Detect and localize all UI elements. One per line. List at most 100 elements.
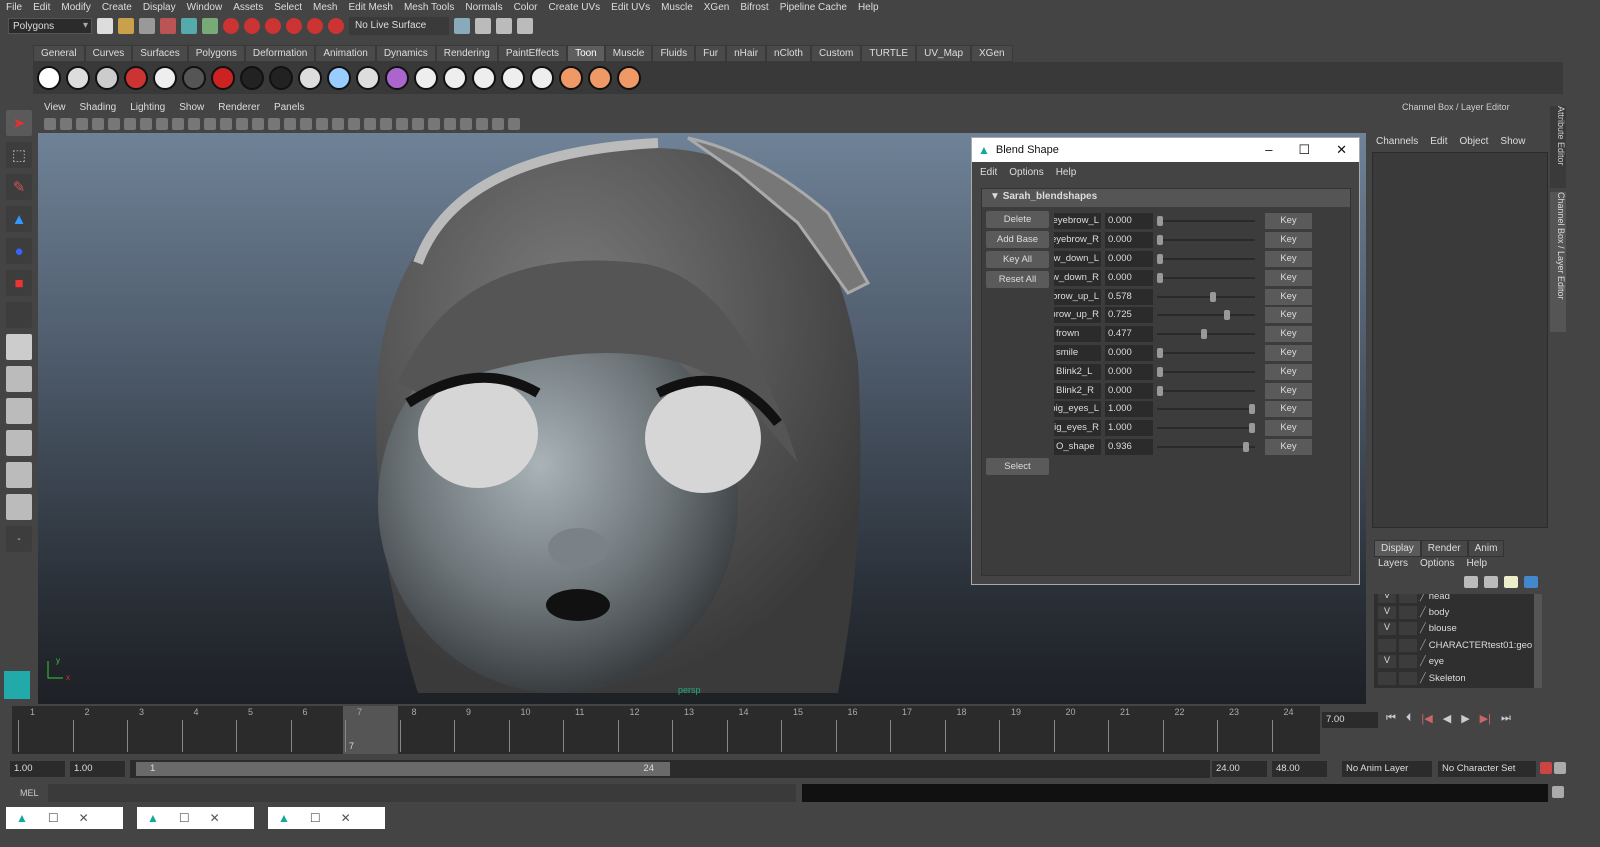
viewport-tool-icon[interactable] — [300, 118, 312, 130]
slider-thumb[interactable] — [1243, 441, 1250, 452]
maximize-icon[interactable]: ☐ — [1298, 142, 1310, 158]
viewport-menu-renderer[interactable]: Renderer — [218, 102, 260, 113]
slider-thumb[interactable] — [1157, 253, 1163, 264]
snap-surface-icon[interactable] — [307, 18, 323, 34]
viewport-menu-lighting[interactable]: Lighting — [130, 102, 165, 113]
toon-shelf-tool-icon[interactable] — [211, 66, 235, 90]
snap-point-icon[interactable] — [265, 18, 281, 34]
minimized-window[interactable]: ▲ ☐ ✕ — [6, 807, 123, 829]
menu-color[interactable]: Color — [514, 2, 538, 13]
layer-row[interactable]: V ╱ blouse — [1374, 621, 1542, 637]
target-weight-slider[interactable] — [1157, 441, 1255, 452]
mel-input[interactable] — [48, 784, 796, 802]
blend-menu-options[interactable]: Options — [1009, 167, 1043, 178]
toon-shelf-tool-icon[interactable] — [588, 66, 612, 90]
tab-xgen[interactable]: XGen — [971, 45, 1013, 62]
target-weight-slider[interactable] — [1157, 253, 1255, 264]
new-scene-icon[interactable] — [97, 18, 113, 34]
slider-thumb[interactable] — [1157, 272, 1163, 283]
toon-shelf-tool-icon[interactable] — [37, 66, 61, 90]
layer-row[interactable]: V ╱ eye — [1374, 654, 1542, 670]
menu-edit-uvs[interactable]: Edit UVs — [611, 2, 650, 13]
viewport-tool-icon[interactable] — [460, 118, 472, 130]
layer-visibility-toggle[interactable]: V — [1378, 655, 1396, 669]
viewport-tool-icon[interactable] — [332, 118, 344, 130]
menu-mesh[interactable]: Mesh — [313, 2, 337, 13]
key-button[interactable]: Key — [1265, 382, 1312, 399]
slider-thumb[interactable] — [1157, 216, 1163, 227]
menu-help[interactable]: Help — [858, 2, 879, 13]
layer-menu-options[interactable]: Options — [1420, 558, 1454, 569]
snap-view-icon[interactable] — [286, 18, 302, 34]
toon-shelf-tool-icon[interactable] — [356, 66, 380, 90]
target-weight-field[interactable]: 0.000 — [1105, 250, 1153, 267]
outliner-layout-icon[interactable] — [6, 398, 32, 424]
current-time-field[interactable]: 7.00 — [1322, 712, 1378, 728]
tab-channel-box[interactable]: Channel Box / Layer Editor — [1550, 192, 1566, 332]
layer-color-icon[interactable]: ╱ — [1420, 623, 1426, 634]
tab-turtle[interactable]: TURTLE — [861, 45, 917, 62]
new-empty-layer-icon[interactable] — [1504, 576, 1518, 588]
hypershade-layout-icon[interactable] — [6, 462, 32, 488]
toon-shelf-tool-icon[interactable] — [414, 66, 438, 90]
viewport-tool-icon[interactable] — [316, 118, 328, 130]
step-back-frame-icon[interactable]: ⏴ — [1406, 712, 1412, 725]
layer-menu-layers[interactable]: Layers — [1378, 558, 1408, 569]
tab-animation[interactable]: Animation — [315, 45, 376, 62]
single-perspective-layout-icon[interactable] — [6, 334, 32, 360]
key-button[interactable]: Key — [1265, 401, 1312, 418]
target-weight-slider[interactable] — [1157, 235, 1255, 246]
blend-shape-titlebar[interactable]: ▲ Blend Shape – ☐ ✕ — [972, 138, 1359, 162]
viewport-tool-icon[interactable] — [236, 118, 248, 130]
tab-surfaces[interactable]: Surfaces — [132, 45, 188, 62]
snap-curve-icon[interactable] — [244, 18, 260, 34]
key-button[interactable]: Key — [1265, 269, 1312, 286]
render-frame-icon[interactable] — [475, 18, 491, 34]
layer-name[interactable]: eye — [1429, 656, 1444, 667]
target-weight-field[interactable]: 0.000 — [1105, 269, 1153, 286]
tab-display[interactable]: Display — [1374, 540, 1421, 557]
open-scene-icon[interactable] — [118, 18, 134, 34]
viewport-tool-icon[interactable] — [508, 118, 520, 130]
layer-color-icon[interactable]: ╱ — [1420, 656, 1426, 667]
target-weight-field[interactable]: 0.000 — [1105, 344, 1153, 361]
viewport-tool-icon[interactable] — [76, 118, 88, 130]
tab-muscle[interactable]: Muscle — [604, 45, 653, 62]
select-component-icon[interactable] — [202, 18, 218, 34]
toon-shelf-tool-icon[interactable] — [385, 66, 409, 90]
slider-thumb[interactable] — [1157, 347, 1163, 358]
target-weight-slider[interactable] — [1157, 329, 1255, 340]
tab-attribute-editor[interactable]: Attribute Editor — [1550, 106, 1566, 188]
viewport-tool-icon[interactable] — [108, 118, 120, 130]
key-button[interactable]: Key — [1265, 326, 1312, 343]
toon-shelf-tool-icon[interactable] — [443, 66, 467, 90]
target-weight-field[interactable]: 0.000 — [1105, 213, 1153, 230]
toon-shelf-tool-icon[interactable] — [501, 66, 525, 90]
viewport-tool-icon[interactable] — [396, 118, 408, 130]
layer-template-toggle[interactable] — [1399, 622, 1417, 636]
tab-nhair[interactable]: nHair — [726, 45, 767, 62]
target-weight-field[interactable]: 0.725 — [1105, 307, 1153, 324]
menu-edit[interactable]: Edit — [33, 2, 50, 13]
tab-toon[interactable]: Toon — [567, 45, 605, 62]
save-scene-icon[interactable] — [139, 18, 155, 34]
blend-menu-edit[interactable]: Edit — [980, 167, 997, 178]
key-button[interactable]: Key — [1265, 438, 1312, 455]
range-slider-handle[interactable]: 1 24 — [136, 762, 670, 776]
slider-thumb[interactable] — [1157, 235, 1163, 246]
toon-shelf-tool-icon[interactable] — [153, 66, 177, 90]
viewport-tool-icon[interactable] — [124, 118, 136, 130]
viewport-tool-icon[interactable] — [156, 118, 168, 130]
last-tool-icon[interactable] — [6, 302, 32, 328]
target-weight-slider[interactable] — [1157, 216, 1255, 227]
menu-display[interactable]: Display — [143, 2, 176, 13]
menu-create[interactable]: Create — [102, 2, 132, 13]
animation-prefs-icon[interactable] — [1554, 762, 1566, 774]
scale-tool-icon[interactable]: ■ — [6, 270, 32, 296]
viewport-tool-icon[interactable] — [220, 118, 232, 130]
key-button[interactable]: Key — [1265, 250, 1312, 267]
tab-ncloth[interactable]: nCloth — [766, 45, 811, 62]
tab-general[interactable]: General — [33, 45, 85, 62]
layer-visibility-toggle[interactable] — [1378, 638, 1396, 652]
layer-color-icon[interactable]: ╱ — [1420, 673, 1426, 684]
